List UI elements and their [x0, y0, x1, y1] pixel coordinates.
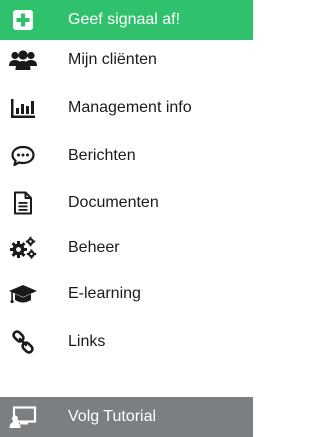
- link-icon: [8, 327, 38, 357]
- menu-item-label: Geef signaal af!: [68, 11, 181, 28]
- menu-item-label: Beheer: [68, 239, 120, 256]
- menu-item-label: Volg Tutorial: [68, 408, 157, 425]
- file-text-icon: [8, 188, 38, 218]
- menu-item-label: Documenten: [68, 194, 159, 211]
- tutorial-screen-icon: [8, 402, 38, 432]
- comment-dots-icon: [8, 141, 38, 171]
- menu-item-label: E-learning: [68, 285, 141, 302]
- plus-square-icon: [8, 5, 38, 35]
- menu-item-beheer[interactable]: Beheer: [0, 228, 253, 268]
- menu-item-label: Management info: [68, 99, 192, 116]
- menu-item-links[interactable]: Links: [0, 322, 253, 362]
- menu-item-label: Links: [68, 333, 106, 350]
- menu-item-mijn-clienten[interactable]: Mijn cliënten: [0, 40, 253, 80]
- menu-item-documenten[interactable]: Documenten: [0, 183, 253, 223]
- cogs-icon: [8, 233, 38, 263]
- bar-chart-icon: [8, 93, 38, 123]
- menu-item-berichten[interactable]: Berichten: [0, 136, 253, 176]
- side-menu: Geef signaal af! Mijn cliënten Managemen…: [0, 0, 253, 437]
- menu-item-geef-signaal[interactable]: Geef signaal af!: [0, 0, 253, 40]
- users-icon: [8, 45, 38, 75]
- menu-item-label: Berichten: [68, 147, 136, 164]
- graduation-cap-icon: [8, 279, 38, 309]
- menu-item-label: Mijn cliënten: [68, 51, 157, 68]
- menu-item-volg-tutorial[interactable]: Volg Tutorial: [0, 397, 253, 437]
- menu-item-e-learning[interactable]: E-learning: [0, 274, 253, 314]
- menu-item-management-info[interactable]: Management info: [0, 88, 253, 128]
